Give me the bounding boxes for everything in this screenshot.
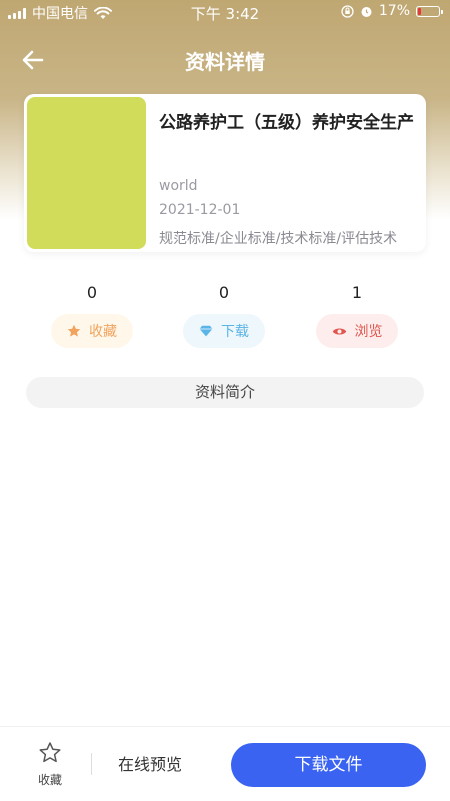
document-title: 公路养护工（五级）养护安全生产 bbox=[159, 113, 414, 133]
document-date: 2021-12-01 bbox=[159, 202, 241, 218]
stat-views: 1 浏览 bbox=[307, 282, 407, 348]
favorite-pill-label: 收藏 bbox=[89, 324, 117, 340]
document-author: world bbox=[159, 178, 198, 194]
download-file-button[interactable]: 下载文件 bbox=[231, 743, 426, 787]
download-pill-button[interactable]: 下载 bbox=[183, 314, 265, 348]
online-preview-button[interactable]: 在线预览 bbox=[118, 751, 182, 775]
bottom-action-bar: 收藏 在线预览 下载文件 bbox=[0, 726, 450, 801]
view-pill-label: 浏览 bbox=[354, 324, 383, 340]
favorite-button[interactable]: 收藏 bbox=[24, 741, 76, 788]
views-count: 1 bbox=[351, 283, 363, 302]
document-card: 公路养护工（五级）养护安全生产 world 2021-12-01 规范标准/企业… bbox=[24, 94, 426, 252]
favorites-count: 0 bbox=[86, 283, 98, 302]
battery-percent: 17% bbox=[378, 3, 410, 19]
nav-bar: 资料详情 bbox=[0, 40, 450, 80]
diamond-icon bbox=[199, 325, 213, 337]
downloads-count: 0 bbox=[218, 283, 230, 302]
orientation-lock-icon bbox=[341, 4, 354, 18]
eye-icon bbox=[332, 328, 346, 334]
favorite-button-label: 收藏 bbox=[37, 773, 62, 787]
view-pill-button[interactable]: 浏览 bbox=[316, 314, 398, 348]
status-bar: 中国电信 下午 3:42 17% bbox=[0, 0, 450, 24]
battery-level-fill bbox=[418, 7, 421, 15]
status-right: 17% bbox=[341, 3, 443, 19]
download-pill-label: 下载 bbox=[221, 324, 249, 340]
document-cover bbox=[27, 97, 146, 249]
star-icon bbox=[67, 324, 81, 337]
favorite-pill-button[interactable]: 收藏 bbox=[51, 314, 133, 348]
battery-icon bbox=[416, 5, 443, 17]
document-tags: 规范标准/企业标准/技术标准/评估技术 bbox=[159, 231, 398, 247]
stat-downloads: 0 下载 bbox=[174, 282, 274, 348]
stat-favorites: 0 收藏 bbox=[42, 282, 142, 348]
divider bbox=[91, 753, 92, 775]
intro-section-header: 资料简介 bbox=[26, 377, 424, 408]
alarm-icon bbox=[361, 6, 372, 17]
page-title: 资料详情 bbox=[185, 50, 265, 74]
star-outline-icon bbox=[39, 742, 61, 763]
